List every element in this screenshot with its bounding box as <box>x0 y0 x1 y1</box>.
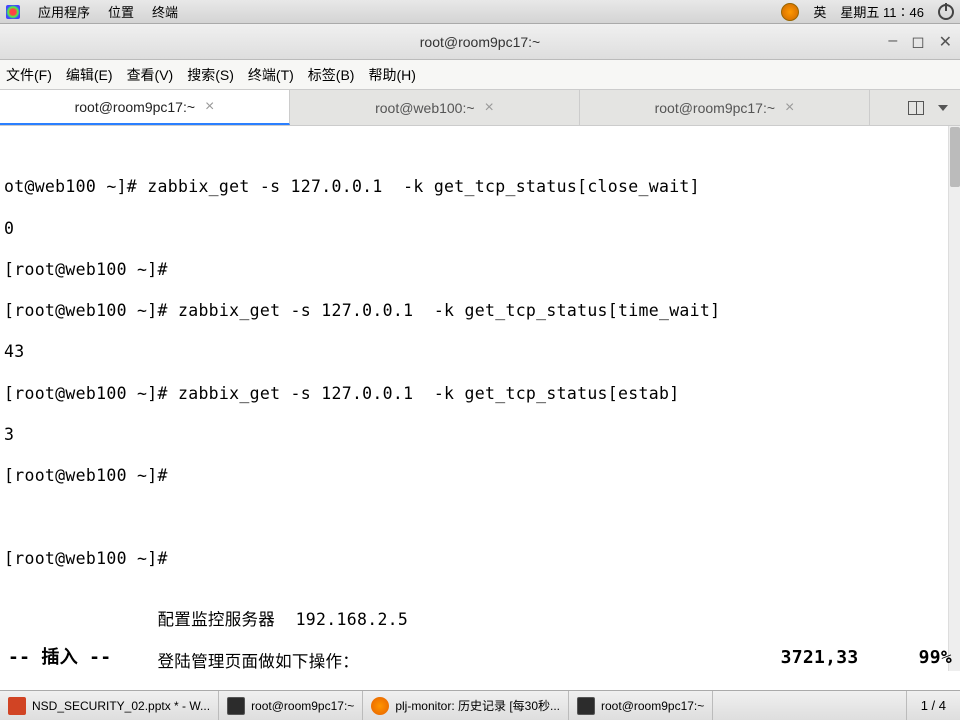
vim-status-line: -- 插入 -- 3721,33 99% <box>0 645 960 672</box>
split-terminal-icon[interactable] <box>908 101 924 115</box>
menu-tabs[interactable]: 标签(B) <box>308 65 355 85</box>
menu-places[interactable]: 位置 <box>108 2 134 21</box>
system-top-bar: 应用程序 位置 终端 英 星期五 11∶46 <box>0 0 960 24</box>
menu-file[interactable]: 文件(F) <box>6 65 52 85</box>
task-label: NSD_SECURITY_02.pptx * - W... <box>32 699 210 713</box>
terminal-body[interactable]: ot@web100 ~]# zabbix_get -s 127.0.0.1 -k… <box>0 126 960 671</box>
menu-view[interactable]: 查看(V) <box>127 65 174 85</box>
taskbar-item[interactable]: root@room9pc17:~ <box>569 691 713 720</box>
tab-2[interactable]: root@room9pc17:~ × <box>580 90 870 125</box>
tab-label: root@web100:~ <box>375 100 474 116</box>
tab-bar: root@room9pc17:~ × root@web100:~ × root@… <box>0 90 960 126</box>
app-logo-icon <box>6 5 20 19</box>
menu-terminal[interactable]: 终端 <box>152 2 178 21</box>
window-titlebar[interactable]: root@room9pc17:~ – ◻ ✕ <box>0 24 960 60</box>
tab-0[interactable]: root@room9pc17:~ × <box>0 90 290 125</box>
term-line: 配置监控服务器 192.168.2.5 <box>4 610 956 631</box>
taskbar-item[interactable]: NSD_SECURITY_02.pptx * - W... <box>0 691 219 720</box>
window-title: root@room9pc17:~ <box>420 34 540 50</box>
term-line: [root@web100 ~]# <box>4 466 956 487</box>
menu-bar: 文件(F) 编辑(E) 查看(V) 搜索(S) 终端(T) 标签(B) 帮助(H… <box>0 60 960 90</box>
close-button[interactable]: ✕ <box>939 32 952 52</box>
tab-1[interactable]: root@web100:~ × <box>290 90 580 125</box>
task-label: root@room9pc17:~ <box>251 699 354 713</box>
ime-lang[interactable]: 英 <box>813 2 826 21</box>
taskbar: NSD_SECURITY_02.pptx * - W... root@room9… <box>0 690 960 720</box>
menu-applications[interactable]: 应用程序 <box>38 2 90 21</box>
tab-close-icon[interactable]: × <box>205 98 214 116</box>
firefox-icon <box>371 697 389 715</box>
term-line: [root@web100 ~]# zabbix_get -s 127.0.0.1… <box>4 301 956 322</box>
scrollbar[interactable] <box>948 126 960 671</box>
clock[interactable]: 星期五 11∶46 <box>840 2 924 21</box>
task-label: plj-monitor: 历史记录 [每30秒... <box>395 697 560 714</box>
menu-help[interactable]: 帮助(H) <box>368 65 415 85</box>
menu-edit[interactable]: 编辑(E) <box>66 65 113 85</box>
chevron-down-icon[interactable] <box>938 105 948 111</box>
tab-label: root@room9pc17:~ <box>75 99 195 115</box>
power-icon[interactable] <box>938 4 954 20</box>
term-line: 43 <box>4 342 956 363</box>
task-label: root@room9pc17:~ <box>601 699 704 713</box>
taskbar-item[interactable]: root@room9pc17:~ <box>219 691 363 720</box>
workspace-pager[interactable]: 1 / 4 <box>906 691 960 720</box>
tab-close-icon[interactable]: × <box>785 99 794 117</box>
scrollbar-thumb[interactable] <box>950 127 960 187</box>
ime-indicator-icon[interactable] <box>781 3 799 21</box>
term-line: [root@web100 ~]# zabbix_get -s 127.0.0.1… <box>4 384 956 405</box>
term-line: [root@web100 ~]# <box>4 549 956 570</box>
term-line: [root@web100 ~]# <box>4 260 956 281</box>
term-line: 0 <box>4 219 956 240</box>
minimize-button[interactable]: – <box>888 32 897 52</box>
terminal-icon <box>227 697 245 715</box>
tab-label: root@room9pc17:~ <box>655 100 775 116</box>
terminal-icon <box>577 697 595 715</box>
vim-mode: -- 插入 -- <box>8 647 111 670</box>
taskbar-item[interactable]: plj-monitor: 历史记录 [每30秒... <box>363 691 569 720</box>
menu-terminal-item[interactable]: 终端(T) <box>248 65 294 85</box>
vim-position: 3721,33 <box>781 647 859 670</box>
menu-search[interactable]: 搜索(S) <box>187 65 234 85</box>
powerpoint-icon <box>8 697 26 715</box>
tab-close-icon[interactable]: × <box>485 99 494 117</box>
maximize-button[interactable]: ◻ <box>911 32 924 52</box>
vim-percent: 99% <box>919 647 952 670</box>
term-line: 3 <box>4 425 956 446</box>
term-line: ot@web100 ~]# zabbix_get -s 127.0.0.1 -k… <box>4 177 956 198</box>
